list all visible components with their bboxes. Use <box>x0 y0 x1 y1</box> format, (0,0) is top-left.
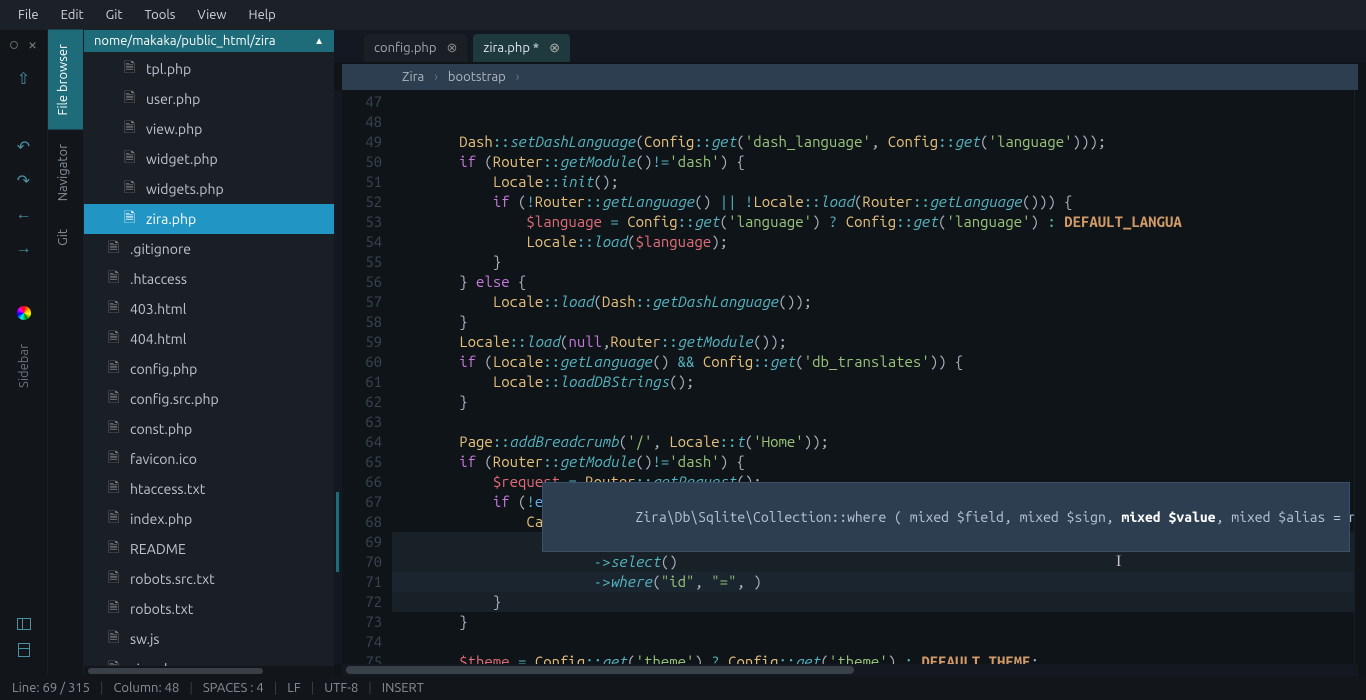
file-item[interactable]: 🗎config.src.php <box>84 384 334 414</box>
file-list[interactable]: 🗎tpl.php🗎user.php🗎view.php🗎widget.php🗎wi… <box>84 52 334 666</box>
status-encoding[interactable]: UTF-8 <box>324 681 358 695</box>
editor-tabs: config.php⊗zira.php *⊗ <box>334 30 1366 62</box>
file-icon: 🗎 <box>108 417 124 441</box>
status-column[interactable]: Column: 48 <box>113 681 179 695</box>
breadcrumb[interactable]: Zira› bootstrap› <box>342 64 1358 90</box>
file-item[interactable]: 🗎user.php <box>84 84 334 114</box>
file-item[interactable]: 🗎robots.txt <box>84 594 334 624</box>
close-icon[interactable]: × <box>28 36 37 54</box>
file-icon: 🗎 <box>108 567 124 591</box>
file-item[interactable]: 🗎widgets.php <box>84 174 334 204</box>
file-icon: 🗎 <box>108 357 124 381</box>
status-indent[interactable]: SPACES : 4 <box>203 681 264 695</box>
menu-view[interactable]: View <box>187 4 236 26</box>
color-palette-icon[interactable] <box>17 306 31 320</box>
file-item[interactable]: 🗎robots.src.txt <box>84 564 334 594</box>
file-icon: 🗎 <box>108 627 124 651</box>
panel-tabs: File browser Navigator Git <box>48 30 84 676</box>
sidebar-label: Sidebar <box>17 334 31 398</box>
file-item[interactable]: 🗎favicon.ico <box>84 444 334 474</box>
file-item[interactable]: 🗎404.html <box>84 324 334 354</box>
file-icon: 🗎 <box>124 117 140 141</box>
line-gutter: 4748495051525354555657585960616263646566… <box>342 90 392 664</box>
file-item[interactable]: 🗎README <box>84 534 334 564</box>
file-icon: 🗎 <box>108 237 124 261</box>
statusbar: Line: 69 / 315| Column: 48| SPACES : 4| … <box>0 676 1366 700</box>
file-icon: 🗎 <box>108 657 124 666</box>
editor-tab[interactable]: config.php⊗ <box>364 34 467 62</box>
menu-help[interactable]: Help <box>239 4 286 26</box>
redo-icon[interactable]: ↷ <box>14 170 34 190</box>
upload-icon[interactable]: ⇧ <box>14 68 34 88</box>
minimap[interactable] <box>1354 90 1366 664</box>
layout-icon-2[interactable] <box>18 643 30 657</box>
chevron-up-icon[interactable]: ▲ <box>314 35 324 47</box>
menubar: File Edit Git Tools View Help <box>0 0 1366 30</box>
layout-icon-1[interactable] <box>17 618 31 630</box>
file-item[interactable]: 🗎sw.js <box>84 624 334 654</box>
file-browser-path[interactable]: nome/makaka/public_html/zira▲ <box>84 30 334 52</box>
file-icon: 🗎 <box>108 387 124 411</box>
file-item[interactable]: 🗎const.php <box>84 414 334 444</box>
file-item[interactable]: 🗎zira.php <box>84 654 334 666</box>
panel-tab-git[interactable]: Git <box>48 215 83 260</box>
file-item[interactable]: 🗎zira.php <box>84 204 334 234</box>
file-item[interactable]: 🗎htaccess.txt <box>84 474 334 504</box>
menu-git[interactable]: Git <box>96 4 133 26</box>
close-icon[interactable]: ⊗ <box>446 41 457 56</box>
chevron-right-icon: › <box>434 70 438 84</box>
text-cursor-icon: I <box>1116 552 1121 572</box>
editor-h-scroll[interactable] <box>342 664 1358 676</box>
file-item[interactable]: 🗎widget.php <box>84 144 334 174</box>
file-icon: 🗎 <box>108 327 124 351</box>
menu-tools[interactable]: Tools <box>135 4 186 26</box>
forward-icon[interactable]: → <box>14 238 34 258</box>
file-icon: 🗎 <box>108 597 124 621</box>
editor-tab[interactable]: zira.php *⊗ <box>473 34 570 62</box>
file-item[interactable]: 🗎view.php <box>84 114 334 144</box>
panel-tab-file-browser[interactable]: File browser <box>48 30 83 130</box>
file-icon: 🗎 <box>124 177 140 201</box>
file-icon: 🗎 <box>124 57 140 81</box>
undo-icon[interactable]: ↶ <box>14 136 34 156</box>
code-content[interactable]: Dash::setDashLanguage(Config::get('dash_… <box>392 90 1354 664</box>
file-icon: 🗎 <box>108 447 124 471</box>
status-line[interactable]: Line: 69 / 315 <box>12 681 90 695</box>
menu-edit[interactable]: Edit <box>51 4 94 26</box>
close-icon[interactable]: ⊗ <box>549 41 560 56</box>
file-icon: 🗎 <box>108 297 124 321</box>
menu-file[interactable]: File <box>8 4 49 26</box>
status-mode[interactable]: INSERT <box>382 681 424 695</box>
file-item[interactable]: 🗎index.php <box>84 504 334 534</box>
panel-tab-navigator[interactable]: Navigator <box>48 130 83 215</box>
editor-area: config.php⊗zira.php *⊗ Zira› bootstrap› … <box>334 30 1366 676</box>
file-browser: nome/makaka/public_html/zira▲ 🗎tpl.php🗎u… <box>84 30 334 676</box>
file-item[interactable]: 🗎.gitignore <box>84 234 334 264</box>
chevron-right-icon: › <box>516 70 520 84</box>
parameter-hint-tooltip: Zira\Db\Sqlite\Collection::where ( mixed… <box>542 482 1350 552</box>
file-item[interactable]: 🗎config.php <box>84 354 334 384</box>
status-eol[interactable]: LF <box>287 681 300 695</box>
back-icon[interactable]: ← <box>14 204 34 224</box>
file-icon: 🗎 <box>108 267 124 291</box>
file-item[interactable]: 🗎403.html <box>84 294 334 324</box>
file-icon: 🗎 <box>108 537 124 561</box>
file-item[interactable]: 🗎.htaccess <box>84 264 334 294</box>
file-browser-h-scroll[interactable] <box>84 666 334 676</box>
file-item[interactable]: 🗎tpl.php <box>84 54 334 84</box>
file-icon: 🗎 <box>108 507 124 531</box>
file-icon: 🗎 <box>108 477 124 501</box>
file-icon: 🗎 <box>124 207 140 231</box>
code-editor[interactable]: 4748495051525354555657585960616263646566… <box>334 90 1366 664</box>
file-icon: 🗎 <box>124 147 140 171</box>
file-icon: 🗎 <box>124 87 140 111</box>
left-icon-strip: × ⇧ ↶ ↷ ← → Sidebar <box>0 30 48 676</box>
dot-icon <box>10 41 18 49</box>
